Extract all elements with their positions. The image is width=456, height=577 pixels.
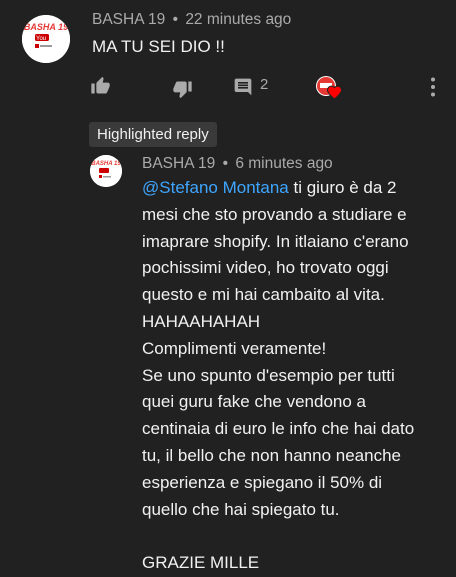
creator-heart-icon <box>316 76 343 101</box>
comment-meta: BASHA 19 • 22 minutes ago <box>92 11 291 29</box>
reply-line: Complimenti veramente! <box>142 338 327 358</box>
reply-author[interactable]: BASHA 19 <box>142 155 215 172</box>
highlighted-reply-label: Highlighted reply <box>89 122 217 147</box>
reply-line-rest: ti giuro è da 2 <box>288 178 397 197</box>
reply-line: imaprare shopify. In itlaiano c'erano <box>142 231 409 251</box>
comment-avatar[interactable]: BASHA 19 You <box>22 15 70 63</box>
mention-link[interactable]: @Stefano Montana <box>142 178 289 197</box>
reply-avatar-logo-text: BASHA 19 <box>91 161 121 167</box>
comment-text: MA TU SEI DIO !! <box>92 37 225 56</box>
creator-heart <box>314 74 344 102</box>
reply-avatar[interactable]: BASHA 19 <box>90 155 122 187</box>
reply-count: 2 <box>260 76 269 93</box>
channel-logo-icon: BASHA 19 <box>90 155 122 187</box>
reply-time[interactable]: 6 minutes ago <box>235 155 332 172</box>
reply-line: @Stefano Montana ti giuro è da 2 <box>142 175 414 202</box>
reply-line: quei guru fake che vendono a <box>142 392 367 412</box>
reply-button[interactable] <box>233 77 255 97</box>
comment-menu-button[interactable] <box>426 76 440 98</box>
thumbs-up-icon <box>91 76 110 94</box>
reply-text: @Stefano Montana ti giuro è da 2 mesi ch… <box>142 175 414 577</box>
reply-line: centinaia di euro le info che hai dato <box>142 419 415 439</box>
reply-line: mesi che sto provando a studiare e <box>142 204 407 224</box>
channel-logo-icon: BASHA 19 You <box>22 15 70 63</box>
avatar-logo-text: BASHA 19 <box>24 22 68 32</box>
reply-line: GRAZIE MILLE <box>142 553 260 573</box>
comment-author[interactable]: BASHA 19 <box>92 11 165 28</box>
reply-line <box>142 523 414 550</box>
reply-line: pochissimi video, ho trovato oggi <box>142 258 389 278</box>
dislike-button[interactable] <box>172 79 194 99</box>
svg-text:You: You <box>36 36 46 42</box>
more-vert-icon <box>431 77 435 97</box>
comment-time[interactable]: 22 minutes ago <box>185 11 291 28</box>
reply-line: esperienza e spiegano il 50% di <box>142 472 383 492</box>
reply-line: questo e mi hai cambaito al vita. <box>142 285 385 305</box>
meta-separator: • <box>222 155 228 172</box>
reply-line: tu, il bello che non hanno neanche <box>142 445 401 465</box>
comment-icon <box>234 78 252 96</box>
reply-line: quello che hai spiegato tu. <box>142 499 340 519</box>
like-button[interactable] <box>90 76 112 96</box>
thumbs-down-icon <box>173 81 192 99</box>
reply-line: HAHAAHAHAH <box>142 311 261 331</box>
reply-meta: BASHA 19 • 6 minutes ago <box>142 155 333 173</box>
reply-line: Se uno spunto d'esempio per tutti <box>142 365 395 385</box>
meta-separator: • <box>172 11 178 28</box>
